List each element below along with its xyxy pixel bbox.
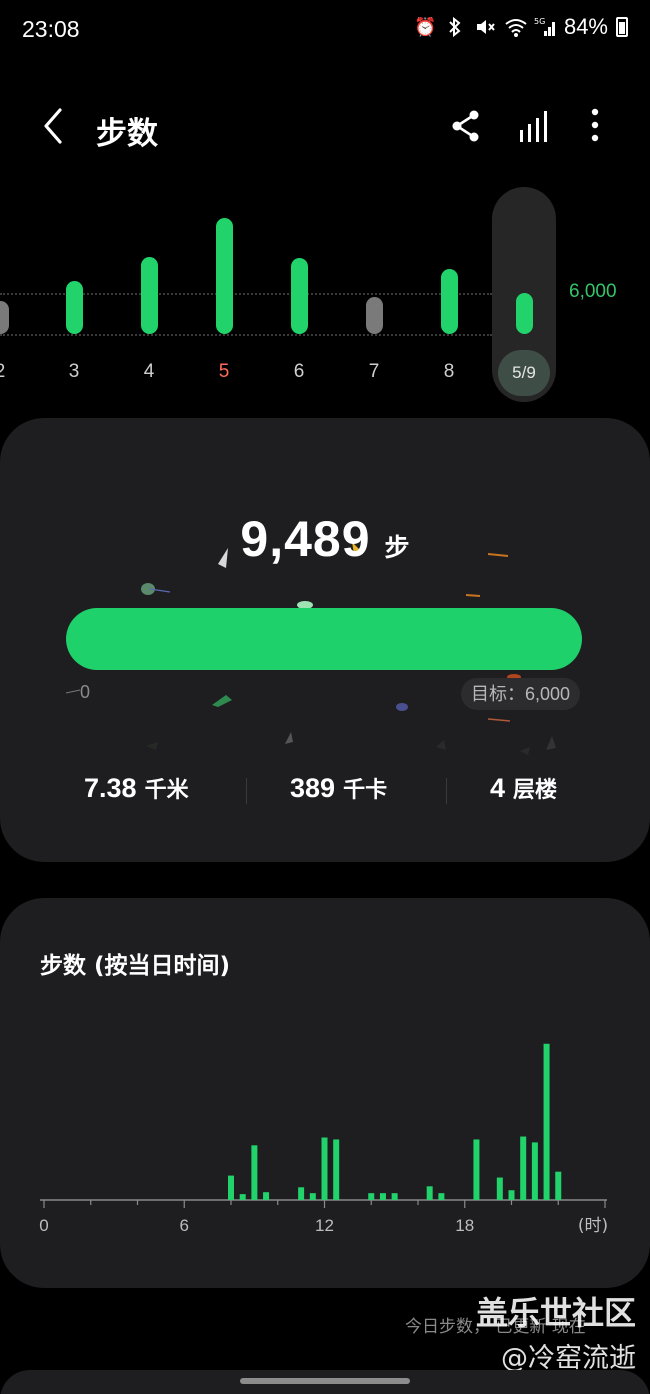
hourly-bar bbox=[251, 1145, 258, 1200]
share-button[interactable] bbox=[448, 106, 484, 146]
hourly-bar bbox=[263, 1192, 270, 1200]
x-axis-unit: (时) bbox=[578, 1216, 608, 1236]
trends-icon bbox=[520, 111, 547, 142]
hourly-bar bbox=[391, 1193, 398, 1200]
floors-stat: 4 层楼 bbox=[490, 772, 557, 804]
hourly-bar bbox=[543, 1043, 550, 1200]
week-day-bar-2[interactable] bbox=[0, 301, 9, 334]
week-day-label-8[interactable]: 8 bbox=[429, 361, 469, 383]
hourly-bar bbox=[309, 1193, 316, 1200]
goal-label: 6,000 bbox=[569, 281, 617, 302]
x-tick-label: 18 bbox=[455, 1216, 474, 1235]
5g-signal-icon: 5G bbox=[534, 16, 556, 38]
steps-progress-bar bbox=[66, 608, 582, 670]
stat-divider bbox=[246, 778, 247, 804]
week-day-label-2[interactable]: 2 bbox=[0, 361, 20, 383]
steps-value: 9,489 bbox=[240, 511, 371, 567]
week-day-bar-7[interactable] bbox=[366, 297, 383, 334]
weekly-steps-chart[interactable]: 6,000 5/9 2 3 4 5 6 7 8 bbox=[0, 180, 650, 410]
week-day-label-7[interactable]: 7 bbox=[354, 361, 394, 383]
hourly-bar bbox=[239, 1194, 246, 1200]
hourly-bar bbox=[496, 1177, 503, 1200]
more-options-button[interactable] bbox=[578, 106, 614, 146]
mute-icon bbox=[474, 16, 496, 38]
week-day-bar-5[interactable] bbox=[216, 218, 233, 334]
week-day-bar-4[interactable] bbox=[141, 256, 158, 334]
status-time: 23:08 bbox=[22, 16, 80, 42]
week-day-bar-8[interactable] bbox=[441, 268, 458, 334]
week-day-label-5[interactable]: 5 bbox=[204, 361, 244, 383]
distance-unit: 千米 bbox=[144, 778, 189, 803]
today-summary-card: 9,489 步 0 目标：6,000 7.38 千米 389 千卡 4 层楼 bbox=[0, 418, 650, 862]
distance-value: 7.38 bbox=[84, 773, 137, 803]
hourly-bar bbox=[438, 1193, 445, 1200]
battery-icon bbox=[616, 17, 628, 37]
hourly-bar bbox=[531, 1142, 538, 1200]
hourly-bar bbox=[520, 1136, 527, 1200]
baseline bbox=[0, 334, 492, 336]
hourly-bar bbox=[379, 1193, 386, 1200]
progress-min-label: 0 bbox=[80, 682, 91, 702]
steps-total: 9,489 步 bbox=[0, 510, 650, 568]
hourly-steps-card[interactable]: 步数 (按当日时间) 0 6 12 18 (时) bbox=[0, 898, 650, 1288]
alarm-icon: ⏰ bbox=[413, 17, 437, 37]
hourly-steps-chart: 0 6 12 18 (时) bbox=[39, 1043, 608, 1236]
chevron-left-icon bbox=[44, 108, 62, 144]
battery-percent: 84% bbox=[563, 14, 608, 39]
x-tick-label: 6 bbox=[180, 1216, 189, 1235]
back-button[interactable] bbox=[36, 104, 72, 148]
hourly-bar bbox=[298, 1187, 305, 1200]
hourly-bar bbox=[228, 1175, 234, 1200]
svg-text:5G: 5G bbox=[534, 17, 545, 26]
hourly-bar bbox=[426, 1186, 433, 1200]
share-icon bbox=[452, 110, 479, 142]
status-bar: 23:08 ⏰ 5G 84% bbox=[0, 0, 650, 56]
goal-chip[interactable]: 目标：6,000 bbox=[460, 678, 580, 710]
stat-divider bbox=[446, 778, 447, 804]
selected-day-label[interactable]: 5/9 bbox=[498, 350, 550, 396]
week-day-bar-3[interactable] bbox=[66, 281, 83, 334]
hourly-bar bbox=[555, 1171, 562, 1200]
hourly-bar bbox=[508, 1190, 515, 1200]
steps-unit: 步 bbox=[384, 533, 410, 562]
hourly-bar bbox=[333, 1139, 340, 1200]
wifi-icon bbox=[504, 16, 527, 38]
x-tick-label: 12 bbox=[315, 1216, 334, 1235]
page-title: 步数 bbox=[96, 116, 158, 152]
distance-stat: 7.38 千米 bbox=[84, 772, 189, 804]
week-day-bar-6[interactable] bbox=[291, 258, 308, 334]
week-day-label-6[interactable]: 6 bbox=[279, 361, 319, 383]
selected-day-bar[interactable] bbox=[516, 292, 533, 334]
floors-value: 4 bbox=[490, 773, 506, 803]
watermark: 盖乐世社区 @冷窑流逝 bbox=[476, 1288, 636, 1375]
watermark-title: 盖乐世社区 bbox=[475, 1294, 636, 1332]
floors-unit: 层楼 bbox=[513, 778, 558, 803]
hourly-bar bbox=[368, 1193, 375, 1200]
more-icon bbox=[591, 108, 599, 142]
status-icons: ⏰ 5G 84% bbox=[414, 14, 628, 40]
hourly-bar bbox=[473, 1139, 480, 1200]
home-indicator[interactable] bbox=[240, 1378, 410, 1384]
bluetooth-icon bbox=[444, 16, 466, 38]
trends-button[interactable] bbox=[516, 106, 552, 146]
week-day-label-3[interactable]: 3 bbox=[54, 361, 94, 383]
week-day-label-4[interactable]: 4 bbox=[129, 361, 169, 383]
x-tick-label: 0 bbox=[39, 1216, 48, 1235]
calories-value: 389 bbox=[290, 773, 336, 803]
app-header: 步数 bbox=[0, 96, 650, 160]
hourly-bar bbox=[321, 1137, 328, 1200]
calories-unit: 千卡 bbox=[343, 778, 388, 803]
activity-stats: 7.38 千米 389 千卡 4 层楼 bbox=[0, 772, 650, 812]
calories-stat: 389 千卡 bbox=[290, 772, 387, 804]
